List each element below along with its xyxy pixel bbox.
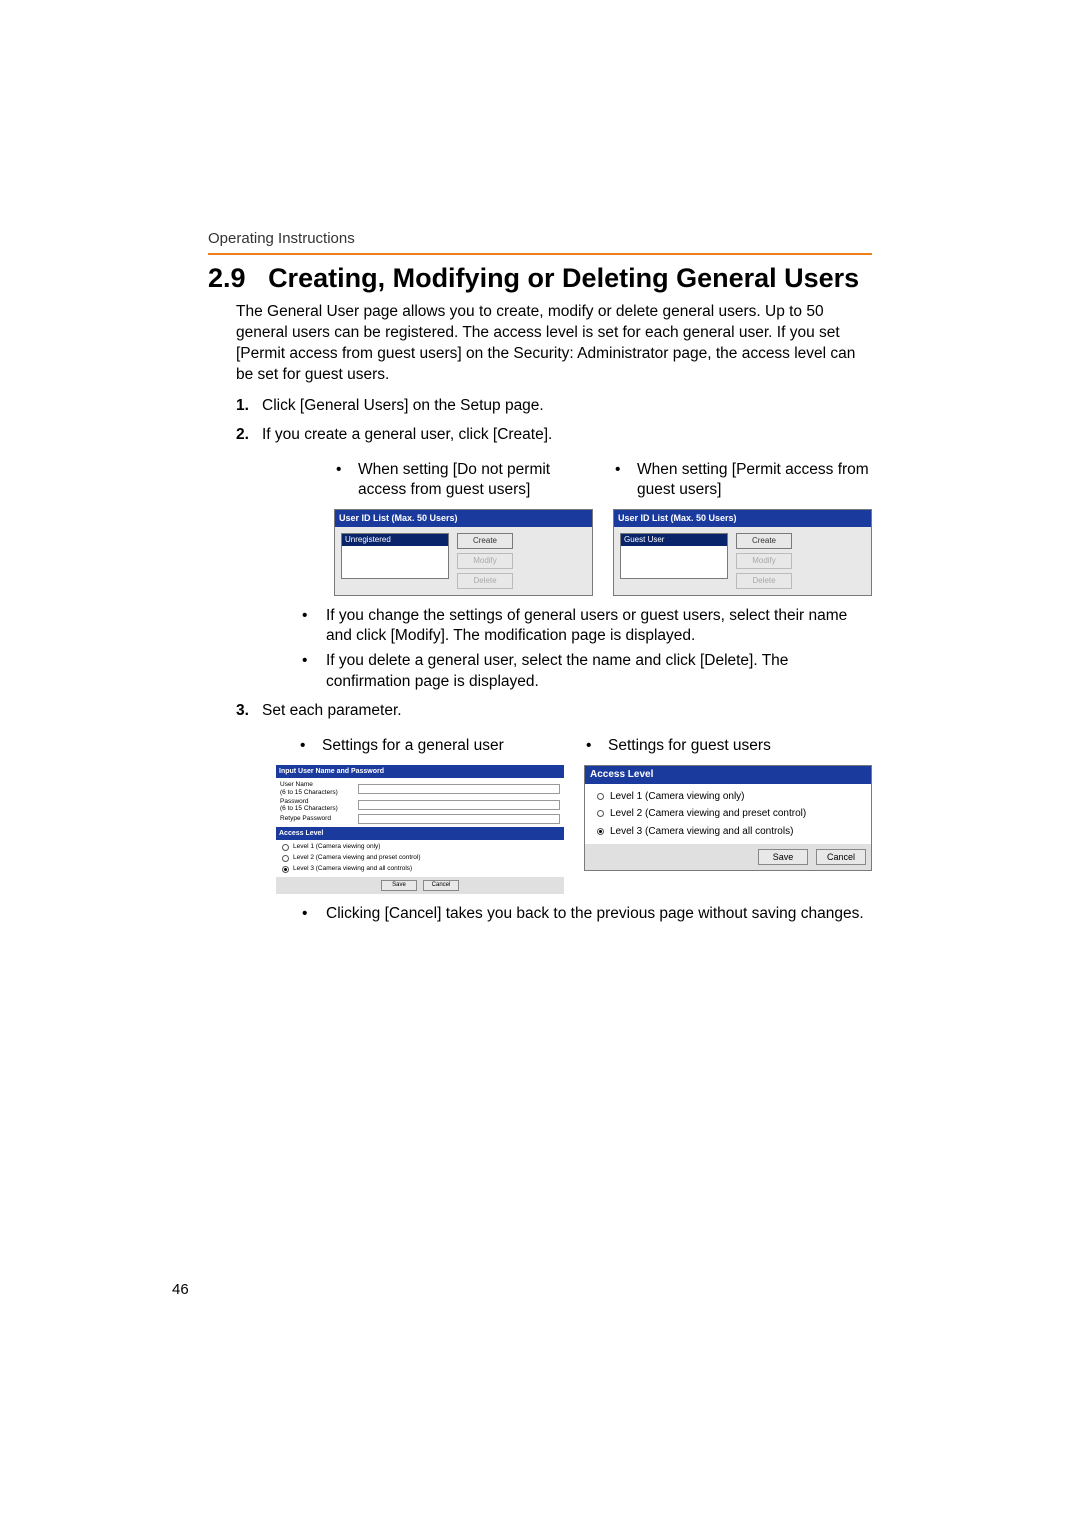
note-delete: If you delete a general user, select the… bbox=[302, 651, 872, 693]
create-button[interactable]: Create bbox=[457, 533, 513, 549]
modify-button: Modify bbox=[457, 553, 513, 569]
guest-level1-radio[interactable]: Level 1 (Camera viewing only) bbox=[587, 788, 869, 806]
password-input[interactable] bbox=[358, 800, 560, 810]
retype-password-input[interactable] bbox=[358, 814, 560, 824]
form-header-access: Access Level bbox=[276, 827, 564, 840]
step-3: 3.Set each parameter. Settings for a gen… bbox=[236, 701, 872, 925]
guest-level3-radio[interactable]: Level 3 (Camera viewing and all controls… bbox=[587, 823, 869, 841]
delete-button: Delete bbox=[457, 573, 513, 589]
user-select-list[interactable]: Unregistered bbox=[341, 533, 449, 579]
caption-general-user: Settings for a general user bbox=[298, 736, 564, 757]
step-1: 1.Click [General Users] on the Setup pag… bbox=[236, 396, 872, 417]
save-button[interactable]: Save bbox=[381, 880, 417, 891]
guest-level2-radio[interactable]: Level 2 (Camera viewing and preset contr… bbox=[587, 805, 869, 823]
page-number: 46 bbox=[172, 1281, 189, 1298]
level3-radio[interactable]: Level 3 (Camera viewing and all controls… bbox=[276, 864, 564, 875]
username-label: User Name(6 to 15 Characters) bbox=[280, 781, 358, 795]
divider bbox=[208, 253, 872, 255]
caption-guest-user: Settings for guest users bbox=[584, 736, 872, 757]
note-modify: If you change the settings of general us… bbox=[302, 606, 872, 648]
level2-radio[interactable]: Level 2 (Camera viewing and preset contr… bbox=[276, 853, 564, 864]
access-header: Access Level bbox=[585, 766, 871, 784]
panel-header: User ID List (Max. 50 Users) bbox=[335, 510, 592, 526]
retype-label: Retype Password bbox=[280, 815, 358, 822]
username-input[interactable] bbox=[358, 784, 560, 794]
user-list-panel-left: User ID List (Max. 50 Users) Unregistere… bbox=[334, 509, 593, 595]
general-user-form: Input User Name and Password User Name(6… bbox=[276, 765, 564, 894]
guest-access-panel: Access Level Level 1 (Camera viewing onl… bbox=[584, 765, 872, 871]
form-header-creds: Input User Name and Password bbox=[276, 765, 564, 778]
user-list-panel-right: User ID List (Max. 50 Users) Guest User … bbox=[613, 509, 872, 595]
step-2: 2.If you create a general user, click [C… bbox=[236, 425, 872, 694]
caption-no-guest: When setting [Do not permit access from … bbox=[334, 460, 593, 502]
create-button[interactable]: Create bbox=[736, 533, 792, 549]
cancel-button[interactable]: Cancel bbox=[423, 880, 459, 891]
password-label: Password(6 to 15 Characters) bbox=[280, 798, 358, 812]
user-select-list[interactable]: Guest User bbox=[620, 533, 728, 579]
modify-button: Modify bbox=[736, 553, 792, 569]
delete-button: Delete bbox=[736, 573, 792, 589]
intro-paragraph: The General User page allows you to crea… bbox=[236, 302, 872, 386]
cancel-button[interactable]: Cancel bbox=[816, 849, 866, 865]
level1-radio[interactable]: Level 1 (Camera viewing only) bbox=[276, 842, 564, 853]
note-cancel: Clicking [Cancel] takes you back to the … bbox=[302, 904, 872, 925]
caption-guest: When setting [Permit access from guest u… bbox=[613, 460, 872, 502]
save-button[interactable]: Save bbox=[758, 849, 808, 865]
running-header: Operating Instructions bbox=[208, 230, 872, 247]
panel-header: User ID List (Max. 50 Users) bbox=[614, 510, 871, 526]
page-title: 2.9 Creating, Modifying or Deleting Gene… bbox=[208, 263, 872, 294]
